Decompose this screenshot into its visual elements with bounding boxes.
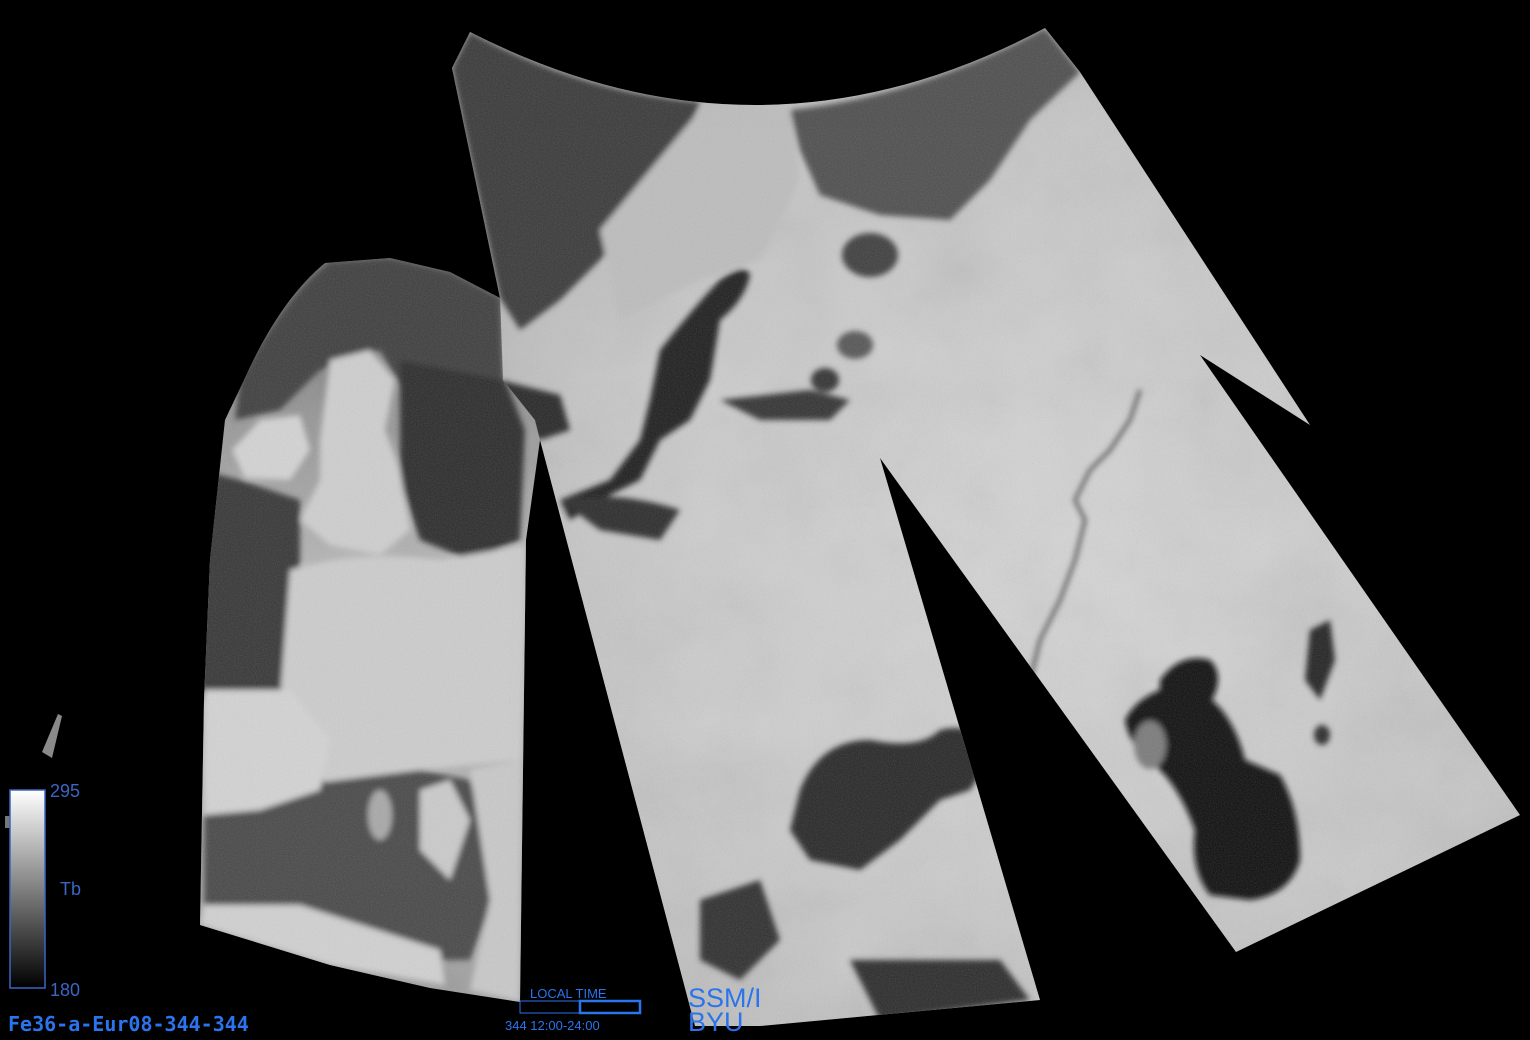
colorbar-max-label: 295	[50, 781, 80, 801]
colorbar-gradient	[9, 789, 46, 989]
local-time-indicator: LOCAL TIME 344 12:00-24:00	[505, 986, 642, 1033]
colorbar-unit-label: Tb	[60, 879, 81, 899]
colorbar: 295 Tb 180	[9, 781, 81, 1000]
sensor-org: BYU	[688, 1007, 744, 1037]
local-time-range: 344 12:00-24:00	[505, 1018, 600, 1033]
colorbar-min-label: 180	[50, 980, 80, 1000]
annotation-layer: 295 Tb 180 LOCAL TIME 344 12:00-24:00 SS…	[8, 781, 762, 1037]
local-time-bar-selected	[578, 999, 642, 1015]
local-time-label: LOCAL TIME	[530, 986, 607, 1001]
product-name: Fe36-a-Eur08-344-344	[8, 1012, 249, 1036]
